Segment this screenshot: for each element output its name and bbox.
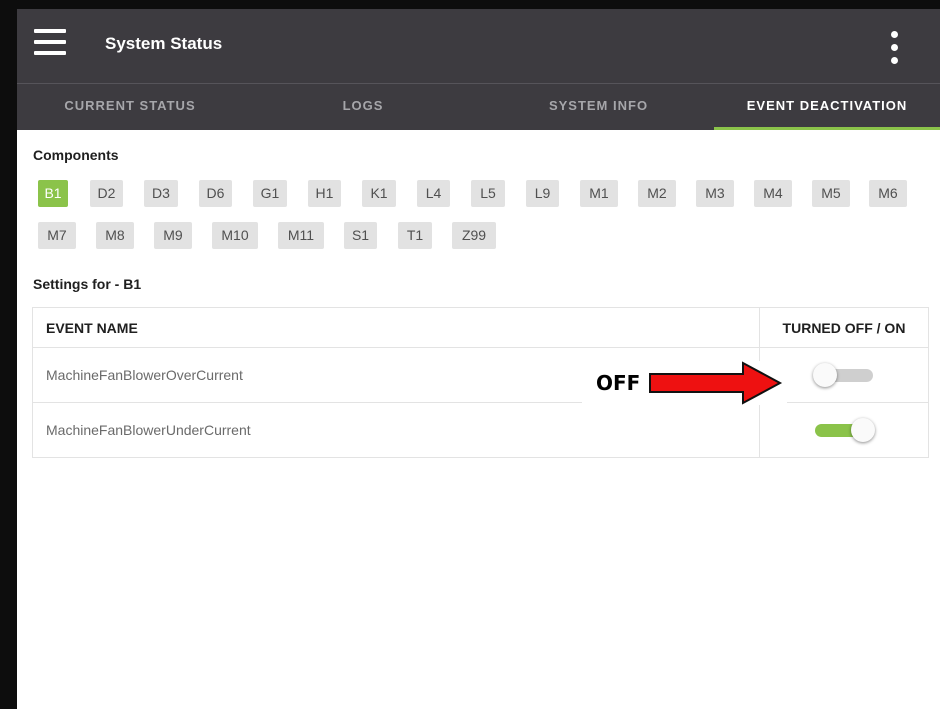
tab-current-status[interactable]: CURRENT STATUS xyxy=(17,84,243,130)
components-heading: Components xyxy=(33,147,119,163)
table-row: MachineFanBlowerOverCurrent xyxy=(32,347,929,403)
event-name-cell: MachineFanBlowerUnderCurrent xyxy=(32,402,760,458)
settings-heading: Settings for - B1 xyxy=(33,276,142,292)
component-chip-m1[interactable]: M1 xyxy=(580,180,618,207)
component-chip-l4[interactable]: L4 xyxy=(417,180,450,207)
app-screen: System Status CURRENT STATUS LOGS SYSTEM… xyxy=(17,9,940,709)
tab-bar: CURRENT STATUS LOGS SYSTEM INFO EVENT DE… xyxy=(17,83,940,130)
red-arrow-icon xyxy=(649,361,783,405)
more-options-icon[interactable] xyxy=(885,31,905,65)
event-toggle-switch[interactable] xyxy=(813,417,875,443)
toggle-cell xyxy=(759,402,929,458)
event-toggle-switch[interactable] xyxy=(813,362,875,388)
component-chip-m4[interactable]: M4 xyxy=(754,180,792,207)
column-header-toggle: TURNED OFF / ON xyxy=(759,307,929,348)
table-header-row: EVENT NAME TURNED OFF / ON xyxy=(32,307,929,348)
component-chip-m11[interactable]: M11 xyxy=(278,222,324,249)
component-chip-m6[interactable]: M6 xyxy=(869,180,907,207)
app-bar: System Status xyxy=(17,9,940,83)
component-chip-m8[interactable]: M8 xyxy=(96,222,134,249)
component-chip-m3[interactable]: M3 xyxy=(696,180,734,207)
component-chip-s1[interactable]: S1 xyxy=(344,222,377,249)
hamburger-menu-icon[interactable] xyxy=(34,29,66,55)
tab-event-deactivation[interactable]: EVENT DEACTIVATION xyxy=(714,84,940,130)
component-chip-g1[interactable]: G1 xyxy=(253,180,287,207)
component-chip-m7[interactable]: M7 xyxy=(38,222,76,249)
component-chip-l5[interactable]: L5 xyxy=(471,180,505,207)
component-chip-b1[interactable]: B1 xyxy=(38,180,68,207)
switch-knob xyxy=(813,363,837,387)
event-settings-table: EVENT NAME TURNED OFF / ON MachineFanBlo… xyxy=(32,307,929,458)
off-annotation: OFF xyxy=(582,361,787,405)
component-chip-m5[interactable]: M5 xyxy=(812,180,850,207)
active-tab-indicator xyxy=(714,127,940,130)
component-chip-h1[interactable]: H1 xyxy=(308,180,341,207)
component-chip-k1[interactable]: K1 xyxy=(362,180,396,207)
component-chip-m9[interactable]: M9 xyxy=(154,222,192,249)
component-chip-m10[interactable]: M10 xyxy=(212,222,258,249)
tab-system-info[interactable]: SYSTEM INFO xyxy=(483,84,714,130)
tab-logs[interactable]: LOGS xyxy=(243,84,483,130)
table-row: MachineFanBlowerUnderCurrent xyxy=(32,402,929,458)
component-chip-d3[interactable]: D3 xyxy=(144,180,178,207)
column-header-event-name: EVENT NAME xyxy=(32,307,760,348)
switch-knob xyxy=(851,418,875,442)
component-chip-d2[interactable]: D2 xyxy=(90,180,123,207)
component-chip-d6[interactable]: D6 xyxy=(199,180,232,207)
component-chip-t1[interactable]: T1 xyxy=(398,222,432,249)
component-chip-z99[interactable]: Z99 xyxy=(452,222,496,249)
component-chip-m2[interactable]: M2 xyxy=(638,180,676,207)
app-title: System Status xyxy=(105,34,223,53)
off-annotation-label: OFF xyxy=(596,371,641,395)
component-chip-l9[interactable]: L9 xyxy=(526,180,559,207)
